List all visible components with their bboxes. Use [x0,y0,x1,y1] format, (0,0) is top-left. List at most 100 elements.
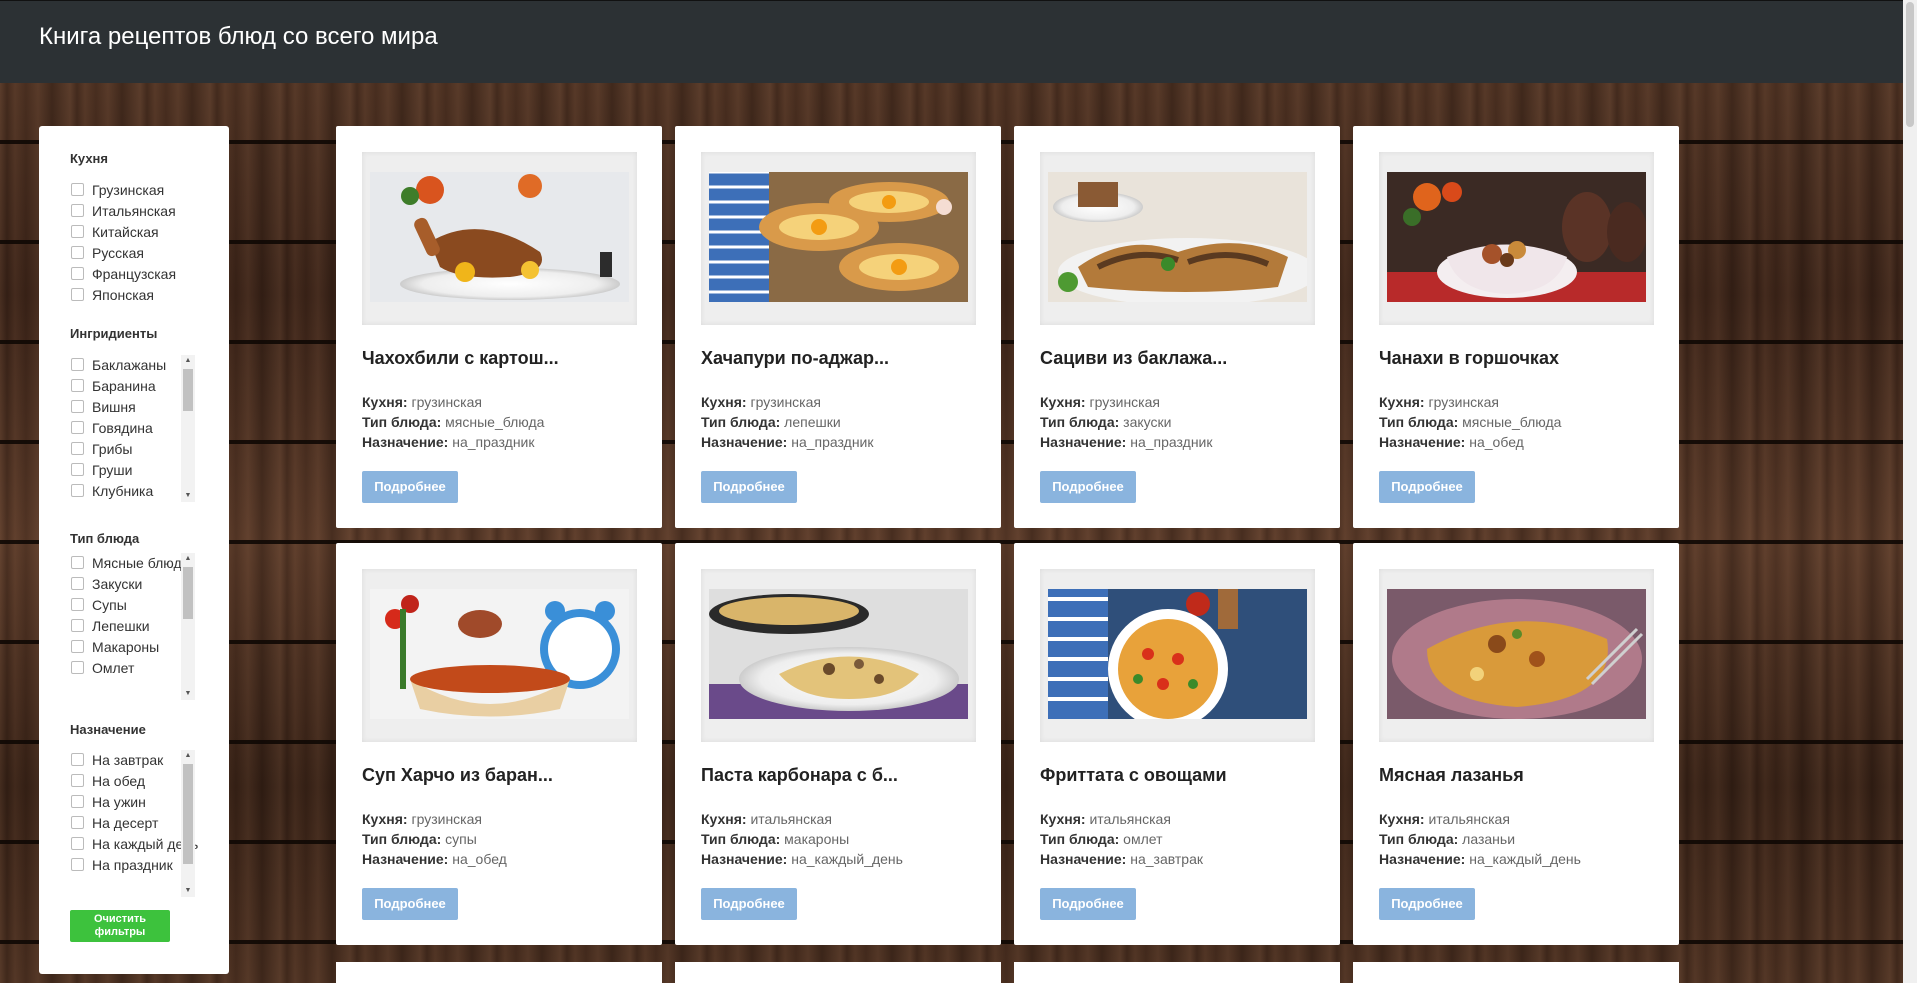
recipe-card-partial [1014,962,1340,983]
recipe-meta: Кухня: грузинская Тип блюда: мясные_блюд… [362,394,545,450]
recipe-title: Хачапури по-аджар... [701,348,890,368]
recipe-photo-frame [701,569,976,742]
recipe-purpose: на_праздник [452,434,535,450]
scroll-thumb[interactable] [183,567,193,619]
recipe-photo [370,172,629,302]
details-button[interactable]: Подробнее [1040,471,1136,503]
recipe-card: Мясная лазанья Кухня: итальянская Тип бл… [1353,543,1679,945]
scroll-down-icon[interactable]: ▼ [181,688,195,700]
checkbox[interactable] [71,267,84,280]
filter-ingredients-list[interactable]: Баклажаны Баранина Вишня Говядина Грибы … [70,355,235,502]
recipe-photo-frame [1040,569,1315,742]
recipe-cuisine: грузинская [1428,394,1499,410]
checkbox[interactable] [71,661,84,674]
recipe-meta: Кухня: итальянская Тип блюда: лазаньи На… [1379,811,1581,867]
recipe-cuisine: грузинская [411,394,482,410]
scroll-thumb[interactable] [183,764,193,864]
page-title: Книга рецептов блюд со всего мира [39,23,438,50]
recipe-type: лазаньи [1462,831,1516,847]
recipe-title: Чанахи в горшочках [1379,348,1559,368]
checkbox[interactable] [71,358,84,371]
recipe-cuisine: грузинская [750,394,821,410]
scroll-up-icon[interactable]: ▲ [181,553,195,565]
recipe-type: макароны [784,831,850,847]
scroll-down-icon[interactable]: ▼ [181,885,195,897]
page-scrollbar[interactable] [1903,0,1917,983]
checkbox[interactable] [71,619,84,632]
checkbox[interactable] [71,774,84,787]
recipe-meta: Кухня: грузинская Тип блюда: закуски Наз… [1040,394,1213,450]
checkbox[interactable] [71,246,84,259]
recipe-meta: Кухня: грузинская Тип блюда: лепешки Наз… [701,394,874,450]
filter-cuisine-item[interactable]: Японская [70,285,202,306]
checkbox[interactable] [71,225,84,238]
checkbox[interactable] [71,598,84,611]
filter-cuisine-item[interactable]: Французская [70,264,202,285]
recipe-meta: Кухня: итальянская Тип блюда: омлет Назн… [1040,811,1203,867]
details-button[interactable]: Подробнее [1379,471,1475,503]
recipe-card: Чанахи в горшочках Кухня: грузинская Тип… [1353,126,1679,528]
checkbox[interactable] [71,577,84,590]
details-button[interactable]: Подробнее [362,888,458,920]
recipe-cuisine: итальянская [1428,811,1510,827]
filter-purpose-list[interactable]: На завтрак На обед На ужин На десерт На … [70,750,235,897]
scroll-up-icon[interactable]: ▲ [181,355,195,367]
recipe-title: Чахохбили с картош... [362,348,559,368]
checkbox[interactable] [71,421,84,434]
filter-cuisine-item[interactable]: Русская [70,243,202,264]
checkbox[interactable] [71,556,84,569]
ingredients-scrollbar[interactable]: ▲ ▼ [181,355,195,502]
clear-filters-button[interactable]: Очистить фильтры [70,910,170,942]
checkbox[interactable] [71,837,84,850]
checkbox[interactable] [71,753,84,766]
recipe-type: закуски [1123,414,1172,430]
details-button[interactable]: Подробнее [1379,888,1475,920]
checkbox[interactable] [71,484,84,497]
filter-cuisine-item[interactable]: Китайская [70,222,202,243]
recipe-card-partial [336,962,662,983]
checkbox[interactable] [71,442,84,455]
scroll-thumb[interactable] [183,369,193,411]
recipe-title: Мясная лазанья [1379,765,1524,785]
recipe-card: Чахохбили с картош... Кухня: грузинская … [336,126,662,528]
details-button[interactable]: Подробнее [701,471,797,503]
recipe-photo [1387,172,1646,302]
recipe-title: Сациви из баклажа... [1040,348,1228,368]
filter-cuisine-item[interactable]: Грузинская [70,180,202,201]
checkbox[interactable] [71,379,84,392]
details-button[interactable]: Подробнее [362,471,458,503]
checkbox[interactable] [71,795,84,808]
recipe-photo [709,589,968,719]
scroll-down-icon[interactable]: ▼ [181,490,195,502]
recipe-cuisine: грузинская [411,811,482,827]
details-button[interactable]: Подробнее [701,888,797,920]
checkbox[interactable] [71,400,84,413]
checkbox[interactable] [71,858,84,871]
filter-dishtype-title: Тип блюда [70,531,140,546]
purpose-scrollbar[interactable]: ▲ ▼ [181,750,195,897]
recipe-photo [1048,589,1307,719]
filter-purpose-title: Назначение [70,722,146,737]
recipe-photo [709,172,968,302]
checkbox[interactable] [71,816,84,829]
checkbox[interactable] [71,463,84,476]
filter-dishtype-list[interactable]: Мясные блюда Закуски Супы Лепешки Макаро… [70,553,235,700]
page-scroll-thumb[interactable] [1906,2,1914,127]
recipe-purpose: на_обед [452,851,507,867]
details-button[interactable]: Подробнее [1040,888,1136,920]
checkbox[interactable] [71,204,84,217]
scroll-up-icon[interactable]: ▲ [181,750,195,762]
filter-cuisine-item[interactable]: Итальянская [70,201,202,222]
filter-ingredients-title: Ингридиенты [70,326,158,341]
checkbox[interactable] [71,640,84,653]
recipe-purpose: на_праздник [791,434,874,450]
recipe-card-partial [1353,962,1679,983]
recipe-purpose: на_каждый_день [791,851,903,867]
filter-cuisine-title: Кухня [70,151,108,166]
recipe-card: Хачапури по-аджар... Кухня: грузинская Т… [675,126,1001,528]
filter-cuisine-list: Грузинская Итальянская Китайская Русская… [70,180,235,306]
checkbox[interactable] [71,183,84,196]
header-bar: Книга рецептов блюд со всего мира [0,0,1917,83]
checkbox[interactable] [71,288,84,301]
dishtype-scrollbar[interactable]: ▲ ▼ [181,553,195,700]
